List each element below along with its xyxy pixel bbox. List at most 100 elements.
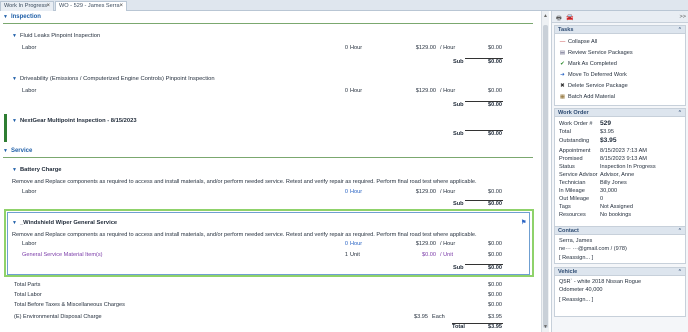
charge-price: $3.95	[414, 314, 428, 320]
line-name: Labor	[22, 88, 37, 94]
line-price: $129.00	[415, 241, 436, 247]
scroll-up-icon[interactable]: ▲	[543, 13, 548, 19]
section-service-header[interactable]: ▼ Service	[3, 148, 32, 154]
chevron-up-icon[interactable]: ⌃	[678, 27, 682, 33]
line-unit: Hour	[350, 241, 363, 247]
grand-total-value: $3.95	[488, 324, 502, 330]
print-icon[interactable]: 🖶	[556, 14, 562, 24]
task-collapse-all[interactable]: — Collapse All	[559, 39, 598, 45]
task-label: Collapse All	[568, 39, 598, 45]
line-name: Labor	[22, 241, 37, 247]
subtotal-label: Sub	[453, 201, 464, 207]
section-inspection-header[interactable]: ▼ Inspection	[3, 14, 41, 20]
vehicle-reassign-link[interactable]: [ Reassign... ]	[559, 297, 593, 303]
car-icon[interactable]: 🚘	[566, 14, 573, 21]
operation-description: Remove and Replace components as require…	[12, 179, 477, 185]
work-order-content: ▼ Inspection ▼ Fluid Leaks Pinpoint Inspec…	[0, 11, 539, 332]
line-price: $129.00	[415, 45, 436, 51]
tasks-panel-header[interactable]: Tasks ⌃	[555, 26, 685, 34]
total-before-tax-row: Total Before Taxes & Miscellaneous Charg…	[14, 302, 502, 310]
collapse-triangle-icon[interactable]: ▼	[3, 148, 8, 154]
field-total: Total $3.95	[559, 129, 614, 135]
task-label: Batch Add Material	[568, 94, 615, 100]
task-review-service-packages[interactable]: ▤ Review Service Packages	[559, 50, 633, 56]
collapse-triangle-icon[interactable]: ▼	[3, 14, 8, 20]
line-per: / Hour	[440, 88, 456, 94]
panel-title: Work Order	[558, 110, 589, 116]
line-qty: 0	[344, 189, 348, 195]
labor-row[interactable]: Labor 0 Hour $129.00 / Hour $0.00	[22, 189, 502, 197]
field-appointment: Appointment 8/15/2023 7:13 AM	[559, 148, 647, 154]
panel-title: Tasks	[558, 27, 574, 33]
total-label: Total Parts	[14, 282, 41, 288]
contact-panel: Contact ⌃ Serra, James ne··· ···@gmail.c…	[554, 226, 686, 264]
subtotal-label: Sub	[453, 265, 464, 271]
line-per: / Hour	[440, 45, 456, 51]
expand-sidebar-icon[interactable]: >>	[679, 14, 686, 20]
line-name: Labor	[22, 45, 37, 51]
tab-label: Work In Progress	[4, 3, 48, 9]
collapse-triangle-icon[interactable]: ▼	[12, 220, 17, 226]
flag-icon[interactable]: ⚑	[521, 219, 526, 226]
subtotal-label: Sub	[453, 102, 464, 108]
line-unit: Hour	[350, 189, 363, 195]
subtotal-value: $0.00	[488, 131, 502, 137]
env-charge-row[interactable]: (E) Environmental Disposal Charge $3.95 …	[14, 314, 502, 322]
list-icon: ▤	[559, 50, 566, 56]
operation-windshield-wiper[interactable]: ▼ _Windshield Wiper General Service	[12, 220, 117, 226]
line-qty: 0	[344, 241, 348, 247]
line-total: $0.00	[488, 241, 502, 247]
tab-work-in-progress[interactable]: Work In Progress ×	[0, 1, 54, 11]
line-unit: Unit	[350, 252, 360, 258]
labor-row[interactable]: Labor 0 Hour $129.00 / Hour $0.00	[22, 88, 502, 96]
contact-panel-header[interactable]: Contact ⌃	[555, 227, 685, 235]
line-name[interactable]: General Service Material Item(s)	[22, 252, 103, 258]
chevron-up-icon[interactable]: ⌃	[678, 228, 682, 234]
material-row[interactable]: General Service Material Item(s) 1 Unit …	[22, 252, 502, 260]
chevron-up-icon[interactable]: ⌃	[678, 110, 682, 116]
collapse-triangle-icon[interactable]: ▼	[12, 118, 17, 124]
subtotal-label: Sub	[453, 59, 464, 65]
close-icon[interactable]: ×	[119, 3, 123, 10]
field-out-mileage: Out Mileage 0	[559, 196, 604, 202]
labor-row[interactable]: Labor 0 Hour $129.00 / Hour $0.00	[22, 45, 502, 53]
chevron-up-icon[interactable]: ⌃	[678, 269, 682, 275]
operation-title: _Windshield Wiper General Service	[19, 220, 118, 226]
total-value: $0.00	[488, 282, 502, 288]
operation-fluid-leaks[interactable]: ▼ Fluid Leaks Pinpoint Inspection	[12, 33, 100, 39]
subtotal-value: $0.00	[488, 201, 502, 207]
panel-title: Contact	[558, 228, 579, 234]
operation-battery-charge[interactable]: ▼ Battery Charge	[12, 167, 62, 173]
close-icon[interactable]: ×	[46, 3, 50, 10]
task-delete-service-package[interactable]: ✖ Delete Service Package	[559, 83, 628, 89]
tasks-panel: Tasks ⌃ — Collapse All ▤ Review Service Pa…	[554, 25, 686, 106]
line-unit: Hour	[350, 45, 363, 51]
vertical-scrollbar[interactable]: ▲ ▼	[541, 11, 549, 332]
line-total: $0.00	[488, 252, 502, 258]
total-parts-row: Total Parts $0.00	[14, 282, 502, 290]
task-mark-as-completed[interactable]: ✔ Mark As Completed	[559, 61, 617, 67]
contact-reassign-link[interactable]: [ Reassign... ]	[559, 255, 593, 261]
task-move-to-deferred[interactable]: ➜ Move To Deferred Work	[559, 72, 627, 78]
field-technician: Technician Billy Jones	[559, 180, 627, 186]
collapse-triangle-icon[interactable]: ▼	[12, 167, 17, 173]
work-order-panel-header[interactable]: Work Order ⌃	[555, 109, 685, 117]
collapse-triangle-icon[interactable]: ▼	[12, 33, 17, 39]
scrollbar-thumb[interactable]	[543, 25, 548, 328]
line-per: / Hour	[440, 241, 456, 247]
scroll-down-icon[interactable]: ▼	[543, 324, 548, 330]
sidebar-toolbar: 🖶 🚘 >>	[552, 11, 688, 23]
vehicle-panel-header[interactable]: Vehicle ⌃	[555, 268, 685, 276]
operation-multipoint-inspection[interactable]: ▼ NextGear Multipoint Inspection - 8/15/2…	[12, 118, 137, 124]
section-title: Service	[10, 148, 33, 154]
field-work-order-number: Work Order #529	[559, 120, 612, 127]
collapse-triangle-icon[interactable]: ▼	[12, 76, 17, 82]
subtotal-label: Sub	[453, 131, 464, 137]
labor-row[interactable]: Labor 0 Hour $129.00 / Hour $0.00	[22, 241, 502, 249]
field-service-advisor: Service Advisor Advisor, Anne	[559, 172, 635, 178]
field-resources: Resources No bookings	[559, 212, 632, 218]
grid-icon: ▦	[559, 94, 566, 100]
operation-driveability[interactable]: ▼ Driveability (Emissions / Computerized …	[12, 76, 215, 82]
tab-work-order[interactable]: WO - 529 - James Serra ×	[55, 1, 127, 11]
task-batch-add-material[interactable]: ▦ Batch Add Material	[559, 94, 615, 100]
